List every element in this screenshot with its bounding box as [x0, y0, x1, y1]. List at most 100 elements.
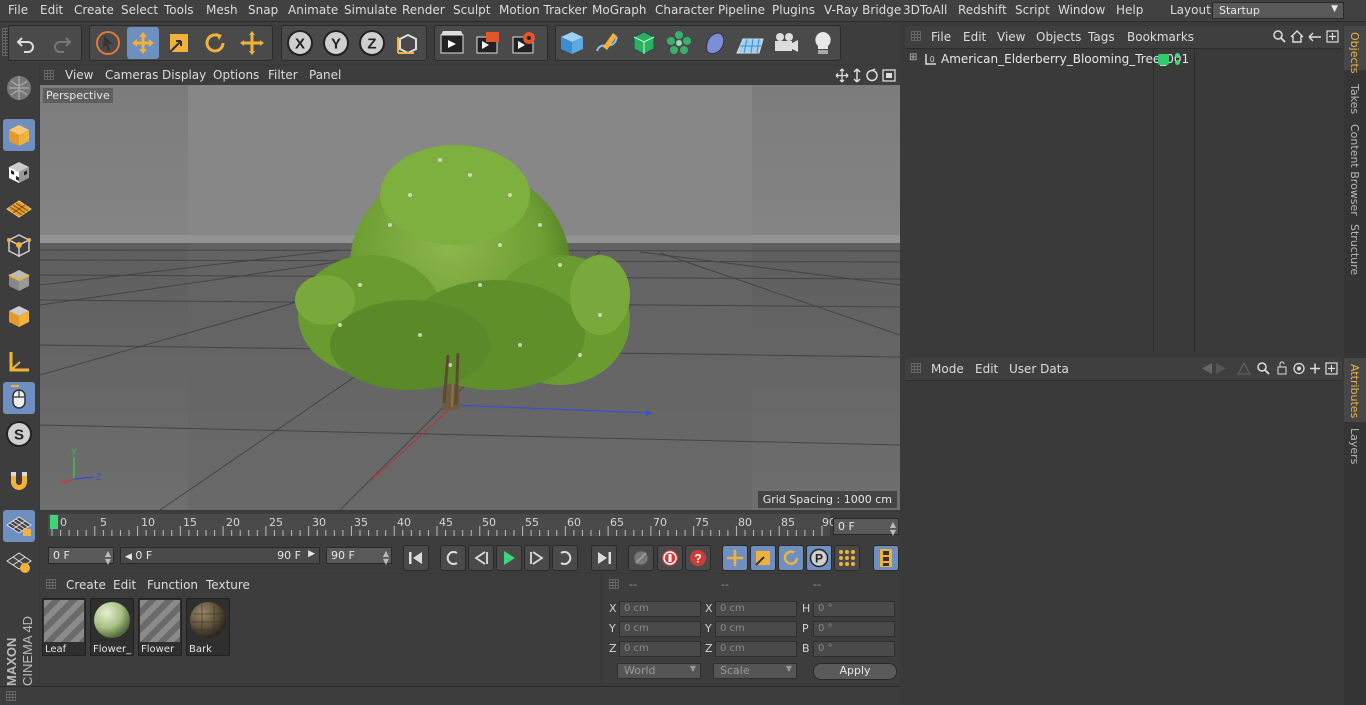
- model-mode-icon[interactable]: [3, 119, 35, 151]
- viewport-menu-view[interactable]: View: [65, 68, 93, 82]
- snap-magnet-icon[interactable]: [3, 464, 35, 496]
- coordinate-space-select[interactable]: World ▼: [617, 663, 701, 679]
- attributes-menu-edit[interactable]: Edit: [975, 362, 998, 376]
- cloner-icon[interactable]: [663, 27, 695, 59]
- move-icon[interactable]: [127, 27, 159, 59]
- tab-attributes[interactable]: Attributes: [1348, 364, 1361, 418]
- autokey-icon[interactable]: ?: [685, 545, 711, 571]
- menu-pipeline[interactable]: Pipeline: [718, 3, 765, 17]
- z-axis-icon[interactable]: Z: [356, 27, 388, 59]
- layout-select[interactable]: Startup ▼: [1212, 2, 1344, 19]
- preview-start-field[interactable]: 0 F ▲ ▼: [48, 547, 114, 566]
- rotation-b-field[interactable]: 0 °: [813, 641, 895, 657]
- spinner-icon[interactable]: ▲ ▼: [890, 521, 896, 537]
- material-menu-create[interactable]: Create: [66, 578, 106, 592]
- viewport-menu-panel[interactable]: Panel: [309, 68, 341, 82]
- goto-end-icon[interactable]: [591, 545, 617, 571]
- objects-menu-tags[interactable]: Tags: [1088, 30, 1115, 44]
- subdivision-icon[interactable]: [628, 27, 660, 59]
- locked-workplane-icon[interactable]: [3, 546, 35, 578]
- tab-layers[interactable]: Layers: [1348, 428, 1361, 464]
- scale-icon[interactable]: [163, 27, 195, 59]
- object-manager-tool-icons[interactable]: [1272, 29, 1340, 44]
- menu-render[interactable]: Render: [402, 3, 445, 17]
- menu-tools[interactable]: Tools: [164, 3, 194, 17]
- key-pla-icon[interactable]: [834, 545, 860, 571]
- workplane-lock-icon[interactable]: [3, 510, 35, 542]
- select-arrow-icon[interactable]: [92, 27, 124, 59]
- position-z-field[interactable]: 0 cm: [619, 641, 701, 657]
- points-mode-icon[interactable]: [3, 229, 35, 261]
- attributes-menu-mode[interactable]: Mode: [931, 362, 964, 376]
- render-settings-icon[interactable]: [508, 27, 540, 59]
- deformer-icon[interactable]: [699, 27, 731, 59]
- preview-range-slider[interactable]: ◀ 0 F 90 F ▶: [120, 547, 320, 564]
- play-icon[interactable]: [496, 545, 522, 571]
- size-y-field[interactable]: 0 cm: [715, 621, 797, 637]
- material-swatch[interactable]: Leaf: [42, 598, 86, 656]
- tab-objects[interactable]: Objects: [1348, 32, 1361, 74]
- coordinate-system-icon[interactable]: [392, 27, 424, 59]
- key-scale-icon[interactable]: [750, 545, 776, 571]
- position-x-field[interactable]: 0 cm: [619, 601, 701, 617]
- tweak-mode-icon[interactable]: [3, 382, 35, 414]
- texture-mode-icon[interactable]: [3, 156, 35, 188]
- menu-redshift[interactable]: Redshift: [958, 3, 1007, 17]
- viewport-camera-label[interactable]: Perspective: [43, 88, 113, 103]
- light-icon[interactable]: [807, 27, 839, 59]
- tab-content-browser[interactable]: Content Browser: [1348, 124, 1361, 216]
- viewport-nav-icons[interactable]: [835, 68, 899, 83]
- menu-3dtoall[interactable]: 3DToAll: [903, 3, 947, 17]
- objects-menu-bookmarks[interactable]: Bookmarks: [1127, 30, 1194, 44]
- cube-icon[interactable]: [556, 27, 588, 59]
- objects-menu-edit[interactable]: Edit: [963, 30, 986, 44]
- material-swatch[interactable]: Bark: [186, 598, 230, 656]
- rotation-h-field[interactable]: 0 °: [813, 601, 895, 617]
- menu-character[interactable]: Character: [655, 3, 714, 17]
- next-frame-icon[interactable]: [524, 545, 550, 571]
- menu-animate[interactable]: Animate: [288, 3, 338, 17]
- attribute-manager-tool-icons[interactable]: [1198, 361, 1340, 376]
- pen-icon[interactable]: [591, 27, 623, 59]
- edges-mode-icon[interactable]: [3, 264, 35, 296]
- menu-file[interactable]: File: [8, 3, 28, 17]
- menu-create[interactable]: Create: [74, 3, 114, 17]
- objects-menu-file[interactable]: File: [931, 30, 951, 44]
- live-select-icon[interactable]: [236, 27, 268, 59]
- record-disabled-icon[interactable]: [628, 545, 654, 571]
- tab-structure[interactable]: Structure: [1348, 224, 1361, 275]
- viewport-3d[interactable]: x Perspective Y X Z Grid Spacing: 1000 …: [40, 85, 900, 510]
- visibility-dot-icon[interactable]: [1175, 53, 1180, 58]
- key-position-icon[interactable]: [722, 545, 748, 571]
- render-view-icon[interactable]: [436, 27, 468, 59]
- viewport-menu-display[interactable]: Display: [162, 68, 206, 82]
- key-rotation-icon[interactable]: [778, 545, 804, 571]
- tab-takes[interactable]: Takes: [1348, 84, 1361, 114]
- menu-script[interactable]: Script: [1015, 3, 1050, 17]
- object-name[interactable]: American_Elderberry_Blooming_Tree_001: [941, 52, 1189, 66]
- material-menu-edit[interactable]: Edit: [113, 578, 136, 592]
- prev-frame-icon[interactable]: [468, 545, 494, 571]
- redo-icon[interactable]: [46, 27, 78, 59]
- menu-plugins[interactable]: Plugins: [772, 3, 815, 17]
- key-param-icon[interactable]: P: [806, 545, 832, 571]
- floor-icon[interactable]: [734, 27, 766, 59]
- tree-row[interactable]: ⊞ 0 American_Elderberry_Blooming_Tree_00…: [905, 51, 1342, 69]
- size-x-field[interactable]: 0 cm: [715, 601, 797, 617]
- workplane-icon[interactable]: [3, 192, 35, 224]
- polygons-mode-icon[interactable]: [3, 300, 35, 332]
- spinner-icon[interactable]: ▲ ▼: [383, 550, 389, 566]
- spinner-icon[interactable]: ▲ ▼: [105, 550, 111, 566]
- timeline[interactable]: 0 5 10 15 20 25 30 35 40 45 50 55 60 65 …: [40, 512, 900, 544]
- menu-select[interactable]: Select: [121, 3, 158, 17]
- material-swatch[interactable]: Flower: [138, 598, 182, 656]
- objects-menu-view[interactable]: View: [997, 30, 1025, 44]
- prev-key-icon[interactable]: [440, 545, 466, 571]
- solo-icon[interactable]: S: [3, 418, 35, 450]
- menu-mesh[interactable]: Mesh: [206, 3, 238, 17]
- viewport-menu-options[interactable]: Options: [213, 68, 259, 82]
- goto-start-icon[interactable]: [403, 545, 429, 571]
- axis-mode-icon[interactable]: [3, 346, 35, 378]
- camera-icon[interactable]: [770, 27, 802, 59]
- timeline-window-icon[interactable]: [873, 545, 899, 571]
